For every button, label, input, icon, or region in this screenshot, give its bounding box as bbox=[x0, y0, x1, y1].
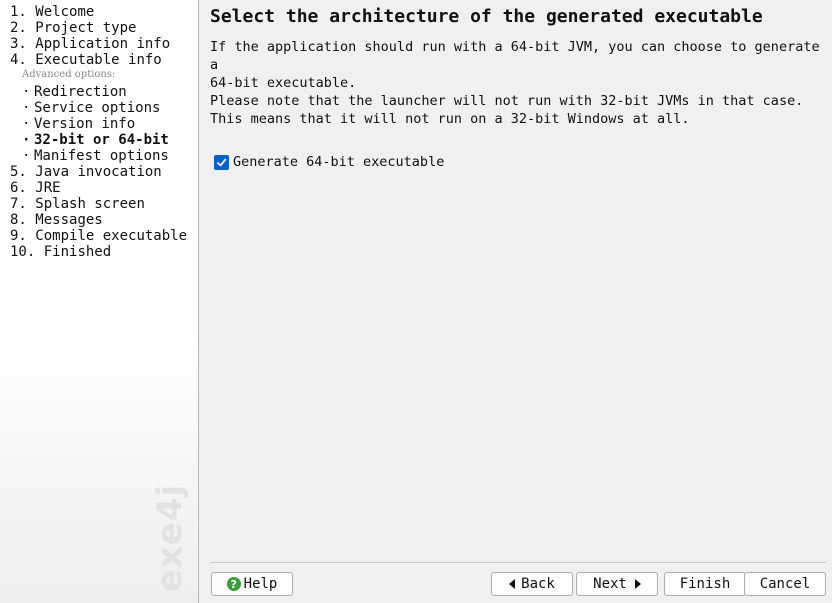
step-version-info[interactable]: · Version info bbox=[10, 116, 198, 132]
finish-button[interactable]: Finish bbox=[664, 572, 746, 596]
wizard-sidebar: 1. Welcome 2. Project type 3. Applicatio… bbox=[0, 0, 199, 603]
generate-64bit-checkbox[interactable] bbox=[214, 154, 229, 170]
step-service-options[interactable]: · Service options bbox=[10, 100, 198, 116]
button-bar-divider bbox=[210, 562, 826, 563]
cancel-button[interactable]: Cancel bbox=[744, 572, 826, 596]
help-circle-icon: ? bbox=[226, 577, 241, 591]
step-list: 1. Welcome 2. Project type 3. Applicatio… bbox=[0, 0, 198, 260]
step-32-or-64-bit[interactable]: · 32-bit or 64-bit bbox=[10, 132, 198, 148]
generate-64bit-checkbox-row[interactable]: Generate 64-bit executable bbox=[214, 154, 444, 170]
advanced-options-label: Advanced options: bbox=[22, 69, 116, 80]
generate-64bit-label[interactable]: Generate 64-bit executable bbox=[233, 154, 444, 170]
step-project-type[interactable]: 2. Project type bbox=[10, 20, 198, 36]
step-jre[interactable]: 6. JRE bbox=[10, 180, 198, 196]
back-button[interactable]: Back bbox=[491, 572, 573, 596]
step-welcome[interactable]: 1. Welcome bbox=[10, 4, 198, 20]
next-button[interactable]: Next bbox=[576, 572, 658, 596]
page-title: Select the architecture of the generated… bbox=[210, 6, 763, 27]
step-messages[interactable]: 8. Messages bbox=[10, 212, 198, 228]
step-splash-screen[interactable]: 7. Splash screen bbox=[10, 196, 198, 212]
step-executable-info[interactable]: 4. Executable info bbox=[10, 52, 198, 68]
step-redirection[interactable]: · Redirection bbox=[10, 84, 198, 100]
step-finished[interactable]: 10. Finished bbox=[10, 244, 198, 260]
step-java-invocation[interactable]: 5. Java invocation bbox=[10, 164, 198, 180]
triangle-right-icon bbox=[634, 579, 641, 589]
description-32bit-warning: Please note that the launcher will not r… bbox=[210, 93, 804, 127]
description-64bit: If the application should run with a 64-… bbox=[210, 39, 820, 91]
exe4j-watermark-logo: exe4j bbox=[150, 483, 190, 593]
checkmark-icon bbox=[217, 158, 227, 166]
step-compile-executable[interactable]: 9. Compile executable bbox=[10, 228, 198, 244]
step-application-info[interactable]: 3. Application info bbox=[10, 36, 198, 52]
triangle-left-icon bbox=[509, 579, 516, 589]
help-button[interactable]: ? Help bbox=[211, 572, 293, 596]
main-panel: Select the architecture of the generated… bbox=[200, 0, 832, 603]
step-manifest-options[interactable]: · Manifest options bbox=[10, 148, 198, 164]
